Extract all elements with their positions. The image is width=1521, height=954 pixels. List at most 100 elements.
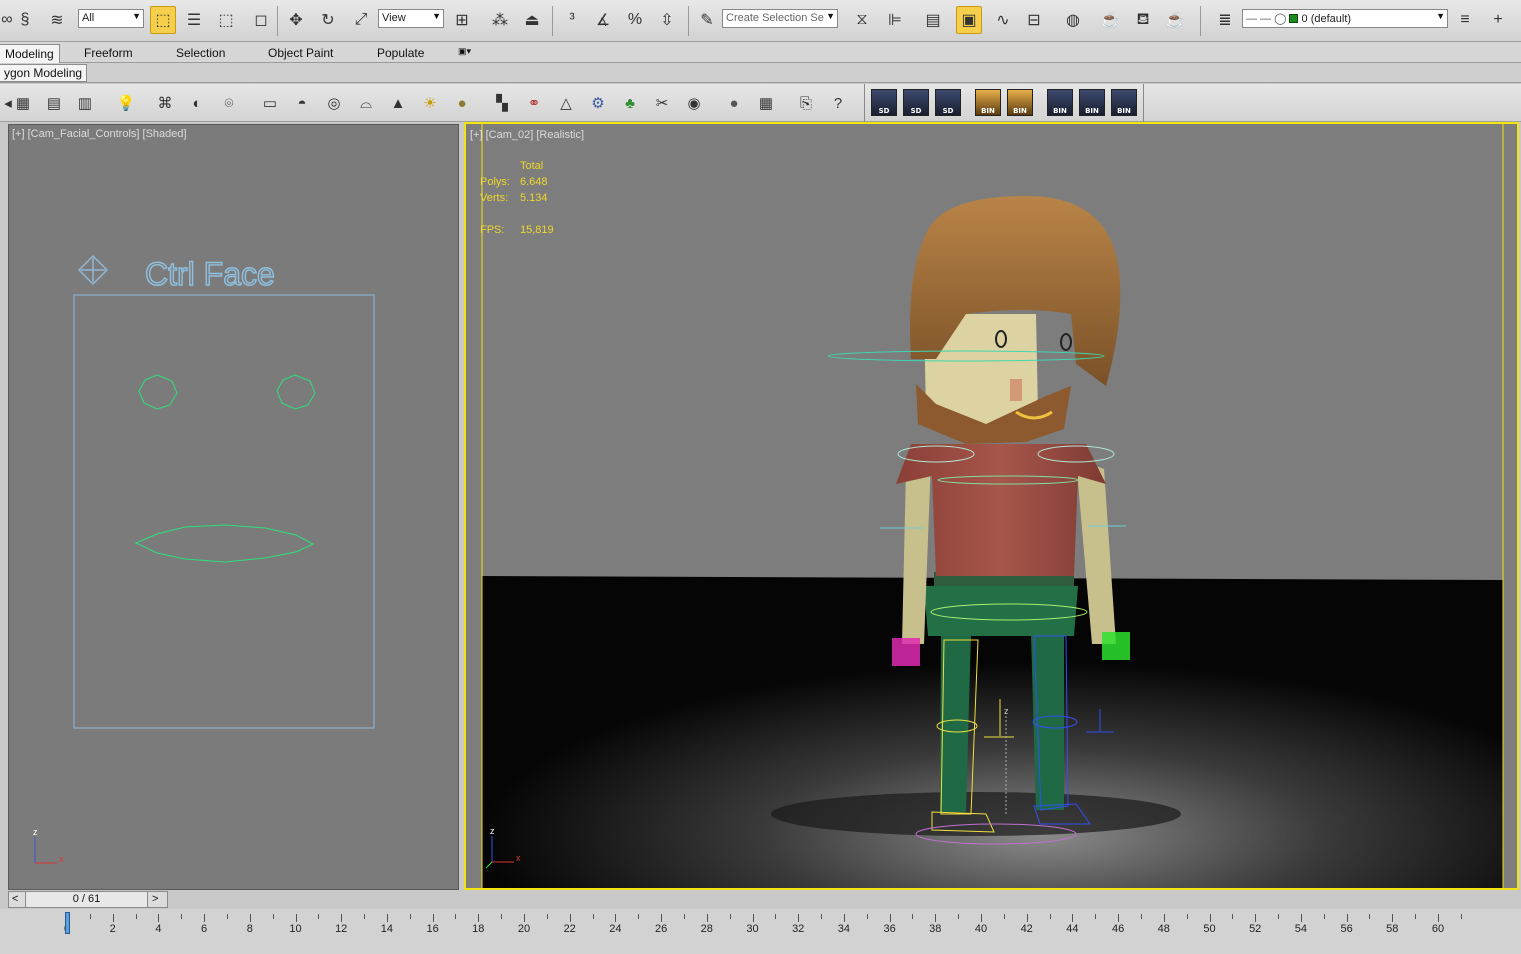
bin-load-icon[interactable]: BIN <box>1079 89 1105 116</box>
bin-load-icon[interactable]: BIN <box>1047 89 1073 116</box>
timeline-tick <box>295 914 297 922</box>
reference-coord-dropdown[interactable]: View ▼ <box>378 9 444 28</box>
subtab-polygon-modeling[interactable]: ygon Modeling <box>0 64 88 82</box>
toggle-layer-explorer-button[interactable]: ▣ <box>956 6 982 34</box>
select-rotate-icon[interactable]: ↻ <box>315 6 341 34</box>
curve-editor-icon[interactable]: ∿ <box>990 6 1016 34</box>
create-new-layer-icon[interactable]: ≡ <box>1452 6 1478 34</box>
time-next-button[interactable]: > <box>152 893 158 905</box>
timeline-tick <box>501 914 503 919</box>
sun-light-icon[interactable]: ☀ <box>418 91 442 115</box>
timeline-tick-label: 46 <box>1111 923 1125 935</box>
torus-primitive-icon[interactable]: ◎ <box>322 91 346 115</box>
camera-icon[interactable]: ⌘ <box>153 91 177 115</box>
select-object-button[interactable]: ⬚ <box>150 6 176 34</box>
time-slider[interactable]: < 0 / 61 > <box>8 891 168 908</box>
rectangular-selection-icon[interactable]: ⬚ <box>213 6 239 34</box>
timeline-tick <box>455 914 457 919</box>
video-camera-icon[interactable]: ⌾ <box>217 91 241 115</box>
tab-modeling[interactable]: Modeling <box>0 44 60 63</box>
tab-populate[interactable]: Populate <box>371 44 430 63</box>
bucket-primitive-icon[interactable]: ⌓ <box>354 91 378 115</box>
light-list-icon[interactable]: 💡 <box>114 91 138 115</box>
edit-named-selection-icon[interactable]: ✎ <box>694 6 720 34</box>
select-by-name-icon[interactable]: ☰ <box>181 6 207 34</box>
hair-fur-icon[interactable]: ✂ <box>650 91 674 115</box>
checker-map-icon[interactable]: ▚ <box>490 91 514 115</box>
foliage-icon[interactable]: ♣ <box>618 91 642 115</box>
material-grid-icon[interactable]: ▦ <box>754 91 778 115</box>
bin-export-icon[interactable]: SD <box>903 89 929 116</box>
select-scale-icon[interactable]: ⤢ <box>348 6 374 34</box>
left-eye-control[interactable] <box>138 374 178 410</box>
snaps-toggle-icon[interactable]: ³ <box>559 6 585 34</box>
named-selection-dropdown[interactable]: Create Selection Se ▼ <box>722 9 838 28</box>
viewport-cam-02[interactable]: z z x [+] [Cam_02] [Realistic] Total Pol… <box>464 122 1519 890</box>
toggle-scene-explorer-icon[interactable]: ▤ <box>920 6 946 34</box>
gear-icon[interactable]: ⚙ <box>586 91 610 115</box>
viewport-facial-controls[interactable]: [+] [Cam_Facial_Controls] [Shaded] Ctrl … <box>8 124 459 890</box>
timeline-tick <box>1323 914 1325 919</box>
bin-export-icon[interactable]: SD <box>935 89 961 116</box>
timeline-tick <box>1392 914 1394 922</box>
box-primitive-icon[interactable]: ▭ <box>258 91 282 115</box>
keyboard-shortcut-override-icon[interactable]: ⏏ <box>519 6 545 34</box>
select-manipulate-icon[interactable]: ⁂ <box>487 6 513 34</box>
window-crossing-icon[interactable]: ◻ <box>248 6 274 34</box>
selection-filter-dropdown[interactable]: All ▼ <box>78 9 144 28</box>
time-cursor[interactable] <box>65 912 70 934</box>
angle-snap-icon[interactable]: ∡ <box>590 6 616 34</box>
help-icon[interactable]: ? <box>826 91 850 115</box>
bin-import-icon[interactable]: BIN <box>975 89 1001 116</box>
tab-object-paint[interactable]: Object Paint <box>262 44 339 63</box>
layers-icon[interactable]: ≣ <box>1212 6 1238 34</box>
schematic-view-icon[interactable]: ⊟ <box>1021 6 1047 34</box>
dome-primitive-icon[interactable]: ◓ <box>290 91 314 115</box>
time-prev-button[interactable]: < <box>12 893 18 905</box>
material-editor-icon[interactable]: ◍ <box>1060 6 1086 34</box>
link-objects-icon[interactable]: ⚭ <box>522 91 546 115</box>
left-hand-control[interactable] <box>892 638 920 666</box>
bin-import-icon[interactable]: BIN <box>1007 89 1033 116</box>
sphere-primitive-icon[interactable]: ● <box>450 91 474 115</box>
percent-snap-icon[interactable]: % <box>622 6 648 34</box>
texture-map-icon[interactable]: ◉ <box>682 91 706 115</box>
right-hand-control[interactable] <box>1102 632 1130 660</box>
timeline-ruler[interactable]: 0246810121416182022242628303234363840424… <box>0 909 1521 954</box>
list-view-icon[interactable]: ▤ <box>42 91 66 115</box>
render-production-icon[interactable]: ☕ <box>1162 6 1188 34</box>
timeline-track[interactable]: 0246810121416182022242628303234363840424… <box>0 909 1521 954</box>
export-icon[interactable]: ⎘ <box>794 91 818 115</box>
material-sphere-icon[interactable]: ● <box>722 91 746 115</box>
bin-load-icon[interactable]: BIN <box>1111 89 1137 116</box>
timeline-tick <box>272 914 274 919</box>
add-to-layer-icon[interactable]: + <box>1485 6 1511 34</box>
right-eye-control[interactable] <box>276 374 316 410</box>
mouth-control[interactable] <box>134 524 315 563</box>
render-frame-icon[interactable]: ▦ <box>11 91 35 115</box>
rendered-frame-window-icon[interactable]: ⛾ <box>1130 6 1156 34</box>
timeline-tick-label: 6 <box>201 923 208 935</box>
pyramid-helper-icon[interactable]: △ <box>554 91 578 115</box>
table-view-icon[interactable]: ▥ <box>73 91 97 115</box>
time-slider-thumb[interactable]: 0 / 61 <box>25 892 148 907</box>
mirror-icon[interactable]: ⧖ <box>849 6 875 34</box>
viewport-label[interactable]: [+] [Cam_02] [Realistic] <box>470 129 584 141</box>
sphere-light-icon[interactable]: ◐ <box>185 91 209 115</box>
timeline-tick <box>1003 914 1005 919</box>
layer-dropdown[interactable]: — — ◯ 0 (default) ▼ <box>1242 9 1448 28</box>
select-move-icon[interactable]: ✥ <box>283 6 309 34</box>
tab-selection[interactable]: Selection <box>170 44 231 63</box>
ribbon-options-icon[interactable]: ▣▾ <box>452 44 477 63</box>
tab-freeform[interactable]: Freeform <box>78 44 139 63</box>
bind-space-warp-icon[interactable]: ≋ <box>44 6 70 34</box>
timeline-tick-label: 30 <box>746 923 759 935</box>
align-icon[interactable]: ⊫ <box>882 6 908 34</box>
render-setup-icon[interactable]: ☕ <box>1097 6 1123 34</box>
pivot-center-icon[interactable]: ⊞ <box>449 6 475 34</box>
bin-export-icon[interactable]: SD <box>871 89 897 116</box>
cone-primitive-icon[interactable]: ▲ <box>386 91 410 115</box>
move-gizmo-icon[interactable] <box>77 254 109 286</box>
spinner-snap-icon[interactable]: ⇳ <box>654 6 680 34</box>
bind-to-space-warp-icon[interactable]: § <box>12 6 38 34</box>
